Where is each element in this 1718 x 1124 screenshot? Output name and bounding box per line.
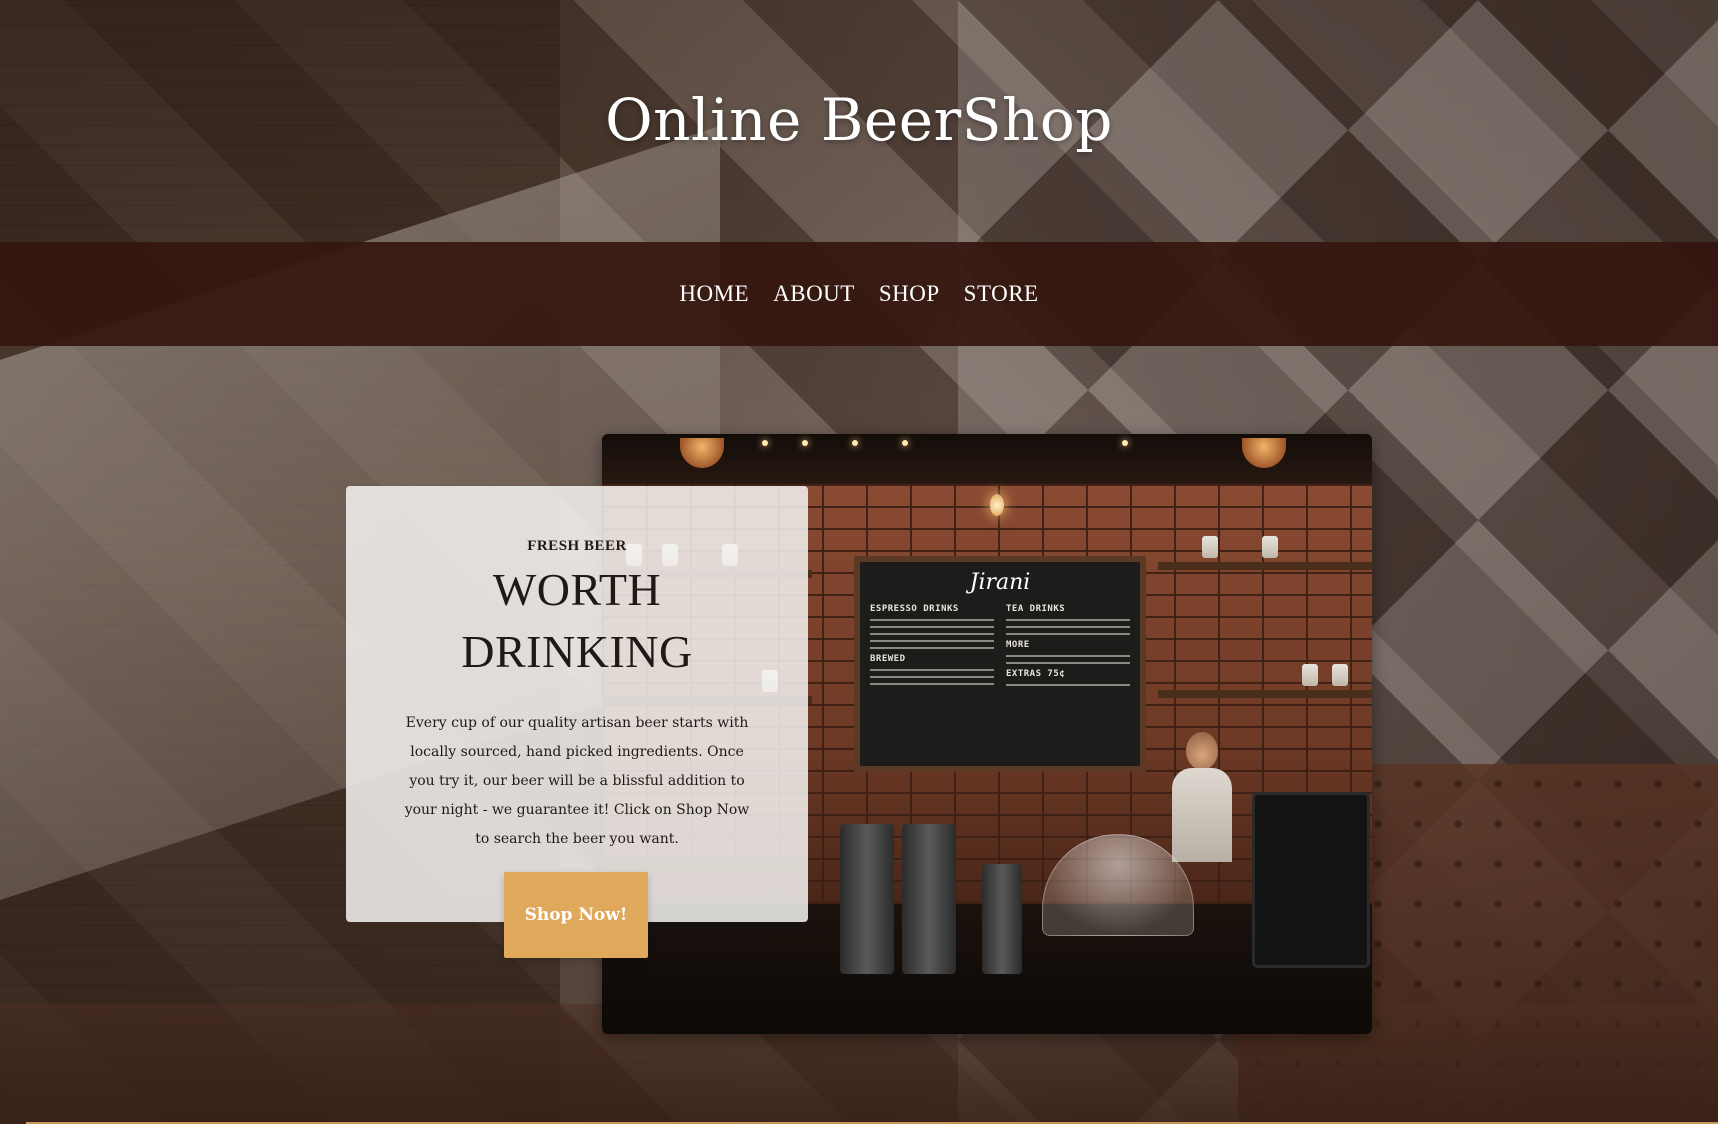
menu-section-tea: TEA DRINKS — [1006, 604, 1066, 614]
bulb-icon — [1122, 440, 1128, 446]
menu-section-brewed: BREWED — [870, 654, 906, 664]
grinder-icon — [982, 864, 1022, 974]
nav-link-store[interactable]: STORE — [964, 281, 1039, 307]
nav-link-home[interactable]: HOME — [679, 281, 749, 307]
syrup-sign — [1252, 792, 1370, 968]
menu-section-extras: EXTRAS 75¢ — [1006, 669, 1066, 679]
intro-card: FRESH BEER WORTH DRINKING Every cup of o… — [346, 486, 808, 958]
intro-eyebrow: FRESH BEER — [527, 538, 627, 554]
site-title: Online BeerShop — [605, 86, 1113, 154]
coffee-urn-icon — [840, 824, 894, 974]
nav-link-about[interactable]: ABOUT — [773, 281, 855, 307]
shelf — [1158, 562, 1372, 570]
bulb-icon — [852, 440, 858, 446]
shelf — [1158, 690, 1372, 698]
main-navbar: HOME ABOUT SHOP STORE — [0, 242, 1718, 346]
nav-link-shop[interactable]: SHOP — [879, 281, 940, 307]
jar-icon — [1302, 664, 1318, 686]
jar-icon — [1262, 536, 1278, 558]
jar-icon — [1202, 536, 1218, 558]
menu-board-title: Jirani — [969, 570, 1031, 595]
chalkboard-menu: Jirani ESPRESSO DRINKS BREWED TEA DRINKS… — [854, 556, 1146, 772]
bulb-icon — [802, 440, 808, 446]
bulb-icon — [762, 440, 768, 446]
menu-section-espresso: ESPRESSO DRINKS — [870, 604, 959, 614]
intro-heading: WORTH DRINKING — [461, 564, 693, 677]
shop-now-button[interactable]: Shop Now! — [504, 872, 648, 958]
bulb-icon — [902, 440, 908, 446]
coffee-urn-icon — [902, 824, 956, 974]
barista-figure — [1172, 732, 1232, 862]
menu-section-more: MORE — [1006, 640, 1030, 650]
intro-text: Every cup of our quality artisan beer st… — [404, 715, 750, 847]
hanging-bulb-icon — [990, 494, 1004, 516]
jar-icon — [1332, 664, 1348, 686]
